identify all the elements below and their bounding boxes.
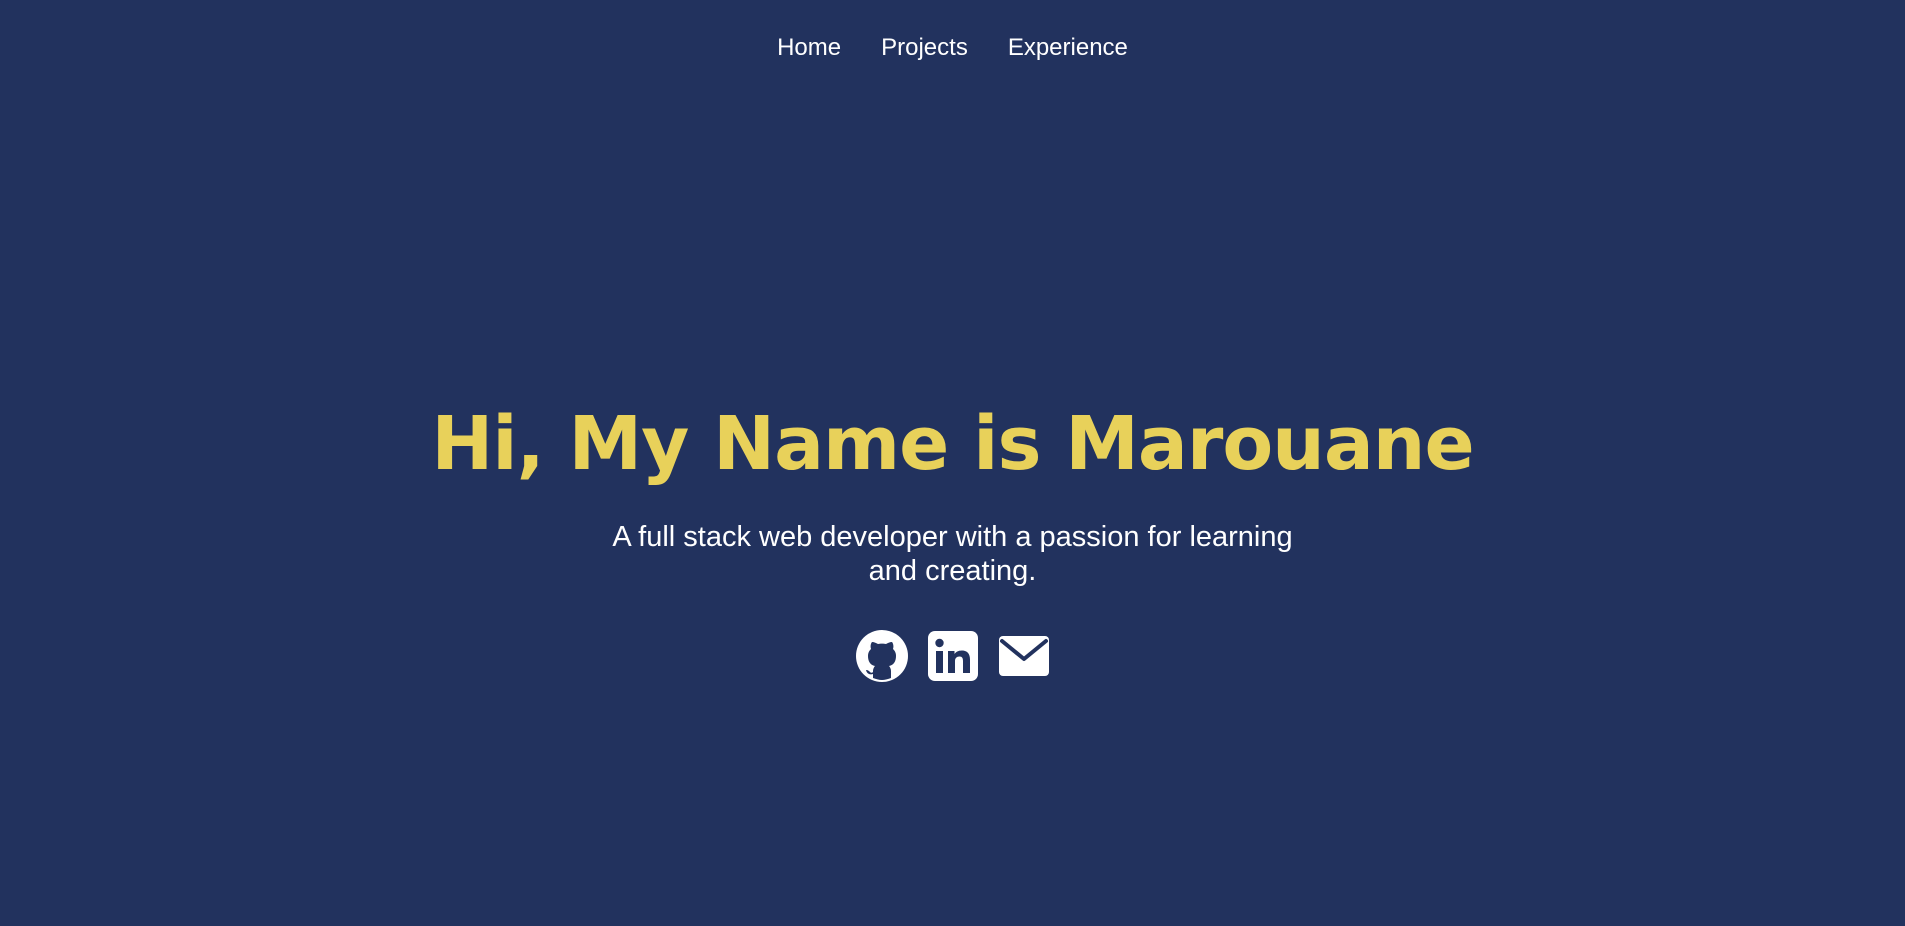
hero-title: Hi, My Name is Marouane (431, 401, 1474, 487)
linkedin-icon (927, 631, 978, 681)
email-link[interactable] (998, 628, 1050, 684)
linkedin-link[interactable] (927, 628, 979, 684)
nav-link-home[interactable]: Home (777, 33, 841, 63)
top-navigation: Home Projects Experience (0, 33, 1905, 63)
nav-link-experience[interactable]: Experience (1008, 33, 1128, 63)
github-link[interactable] (855, 628, 908, 684)
nav-link-projects[interactable]: Projects (881, 33, 968, 63)
social-links (0, 628, 1905, 684)
hero-section: Hi, My Name is Marouane A full stack web… (0, 398, 1905, 684)
hero-subtitle: A full stack web developer with a passio… (612, 521, 1293, 587)
github-icon (855, 630, 908, 682)
email-icon (998, 636, 1049, 676)
